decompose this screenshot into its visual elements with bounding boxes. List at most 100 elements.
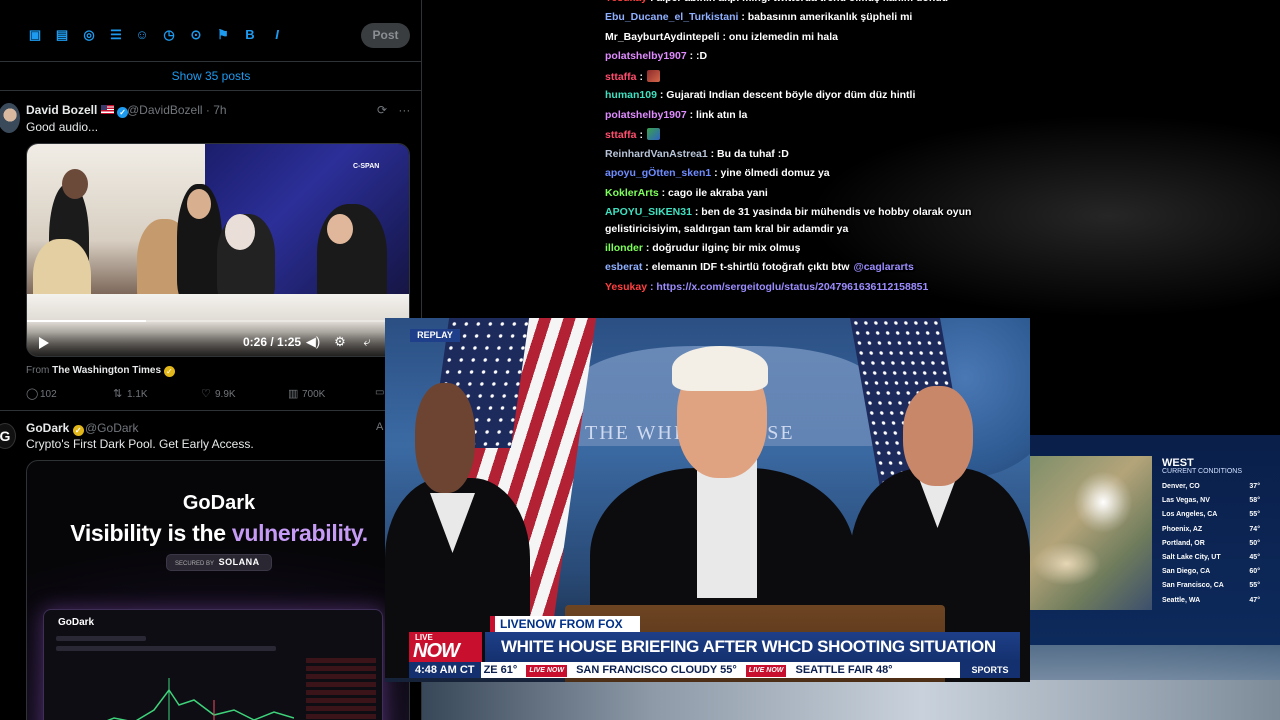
tweet-timestamp[interactable]: · 7h [206, 103, 227, 117]
tweet-text: Crypto's First Dark Pool. Get Early Acce… [26, 437, 254, 451]
settings-gear-icon[interactable]: ⚙ [332, 334, 348, 350]
video-time: 0:26 / 1:25 [243, 335, 302, 349]
secured-by-label: SECURED BY [175, 561, 214, 567]
candlestick-chart [106, 678, 294, 720]
chat-mention[interactable]: @caglararts [853, 261, 913, 273]
chat-username[interactable]: ReinhardVanAstrea1 [605, 148, 708, 160]
tweet-source-attribution[interactable]: From The Washington Times ✓ [26, 365, 175, 377]
gif-icon[interactable]: ▤ [55, 28, 69, 42]
tweet-author-handle[interactable]: @DavidBozell · 7h [127, 103, 227, 117]
ad-label: A [376, 421, 384, 433]
weather-city: San Francisco, CA [1162, 582, 1224, 590]
video-person-head [225, 214, 255, 250]
chat-message-text: : [639, 129, 643, 141]
chat-message-text: : link atın la [689, 109, 748, 121]
more-options-icon[interactable]: ··· [398, 103, 410, 117]
source-name[interactable]: The Washington Times [52, 365, 161, 376]
author-name-text[interactable]: David Bozell [26, 103, 97, 117]
author-name-text[interactable]: GoDark [26, 421, 69, 435]
secured-by-badge: SECURED BY SOLANA [166, 554, 272, 571]
person-right-face [903, 386, 973, 486]
avatar[interactable] [0, 103, 20, 133]
weather-city: Los Angeles, CA [1162, 511, 1218, 519]
chat-message-text: : Bu da tuhaf :D [710, 148, 789, 160]
poll-icon[interactable]: ☰ [109, 28, 123, 42]
weather-temp: 47° [1249, 596, 1260, 604]
image-icon[interactable]: ▣ [28, 28, 42, 42]
weather-temp: 37° [1249, 483, 1260, 490]
chat-username[interactable]: Mr_BayburtAydintepeli [605, 31, 720, 43]
emoji-icon[interactable]: ☺ [135, 28, 149, 42]
tweet-video-player[interactable]: C-SPAN 0:26 / 1:25 ◀) ⚙ ⤶ [26, 143, 410, 357]
chat-emote-icon [646, 70, 660, 82]
chat-emote-icon [646, 128, 660, 140]
tweet-author-handle[interactable]: @GoDark [85, 421, 139, 435]
chat-username[interactable]: Ebu_Ducane_el_Turkistani [605, 11, 738, 23]
show-new-posts-link[interactable]: Show 35 posts [0, 61, 421, 91]
chat-username[interactable]: Yesukay [605, 281, 647, 293]
ticker-item: ZE 61° [483, 664, 518, 676]
grok-icon[interactable]: ◎ [82, 28, 96, 42]
repost-icon: ⇅ [113, 388, 123, 400]
bookmark-icon[interactable]: ▭ [375, 387, 384, 398]
screenshot-row [56, 636, 146, 641]
news-video-player[interactable]: THE WHITE HOUSE REPLAY LIVENOW FROM FOX … [385, 318, 1030, 682]
repost-button[interactable]: ⇅ 1.1K [113, 387, 148, 400]
handle-text[interactable]: @DavidBozell [127, 103, 203, 117]
chat-message: polatshelby1907 : :D [605, 50, 985, 62]
order-book [306, 658, 376, 720]
news-ticker: 4:48 AM CT ZE 61° LIVE NOW SAN FRANCISCO… [409, 662, 1020, 678]
volume-icon[interactable]: ◀) [305, 334, 321, 350]
chat-message: sttaffa : [605, 70, 985, 83]
schedule-icon[interactable]: ◷ [162, 28, 176, 42]
grok-icon[interactable]: ⟳ [377, 103, 387, 117]
chat-username[interactable]: human109 [605, 89, 657, 101]
chat-message-text: : Gujarati Indian descent böyle diyor dü… [659, 89, 916, 101]
tweet-author-name[interactable]: GoDark ✓ [26, 421, 84, 436]
like-count: 9.9K [215, 389, 236, 400]
italic-icon[interactable]: I [270, 28, 284, 42]
weather-subtitle: CURRENT CONDITIONS [1162, 468, 1242, 475]
news-headline: WHITE HOUSE BRIEFING AFTER WHCD SHOOTING… [485, 632, 1020, 662]
weather-city: Phoenix, AZ [1162, 525, 1203, 533]
us-flag-icon [100, 105, 114, 114]
chat-message: Mr_BayburtAydintepeli : onu izlemedin mi… [605, 31, 985, 43]
weather-city: Seattle, WA [1162, 596, 1201, 604]
reply-button[interactable]: ◯ 102 [26, 387, 57, 400]
chat-username[interactable]: polatshelby1907 [605, 50, 687, 62]
headline-part-b: vulnerability. [231, 520, 368, 546]
weather-temp: 55° [1249, 511, 1260, 519]
stream-chat-overlay: Yesukay : alper abinin akpi mingi twitte… [605, 0, 985, 302]
views-icon: ▥ [288, 388, 299, 400]
chat-username[interactable]: sttaffa [605, 129, 637, 141]
person-left-face [415, 383, 475, 493]
chat-username[interactable]: esberat [605, 261, 642, 273]
chat-username[interactable]: apoyu_gÖtten_sken1 [605, 167, 711, 179]
chat-username[interactable]: KoklerArts [605, 187, 659, 199]
avatar[interactable]: G [0, 423, 16, 449]
play-icon[interactable] [39, 337, 49, 349]
person-center-shirt [697, 458, 757, 598]
weather-city: Portland, OR [1162, 539, 1205, 547]
popout-icon[interactable]: ⤶ [359, 334, 375, 350]
chat-username[interactable]: illonder [605, 242, 643, 254]
ad-media-card[interactable]: GoDark Visibility is the vulnerability. … [26, 460, 410, 720]
video-person-head [327, 214, 353, 244]
flag-icon[interactable]: ⚑ [216, 28, 230, 42]
chat-message: ReinhardVanAstrea1 : Bu da tuhaf :D [605, 148, 985, 160]
composer-toolbar: ▣ ▤ ◎ ☰ ☺ ◷ ⊙ ⚑ B I Post [0, 0, 421, 60]
ticker-item: SAN FRANCISCO CLOUDY 55° [576, 664, 737, 676]
view-count: 700K [302, 389, 326, 400]
chat-username[interactable]: Yesukay [605, 0, 647, 4]
like-button[interactable]: ♡ 9.9K [201, 387, 236, 400]
chat-message: KoklerArts : cago ile akraba yani [605, 187, 985, 199]
views-button[interactable]: ▥ 700K [288, 387, 325, 400]
location-icon[interactable]: ⊙ [189, 28, 203, 42]
chat-username[interactable]: sttaffa [605, 71, 637, 83]
ticker-time: 4:48 AM CT [409, 662, 481, 678]
tweet-author-name[interactable]: David Bozell ✓ [26, 103, 129, 118]
chat-username[interactable]: APOYU_SIKEN31 [605, 206, 692, 218]
chat-username[interactable]: polatshelby1907 [605, 109, 687, 121]
bold-icon[interactable]: B [243, 28, 257, 42]
post-button[interactable]: Post [361, 23, 410, 48]
